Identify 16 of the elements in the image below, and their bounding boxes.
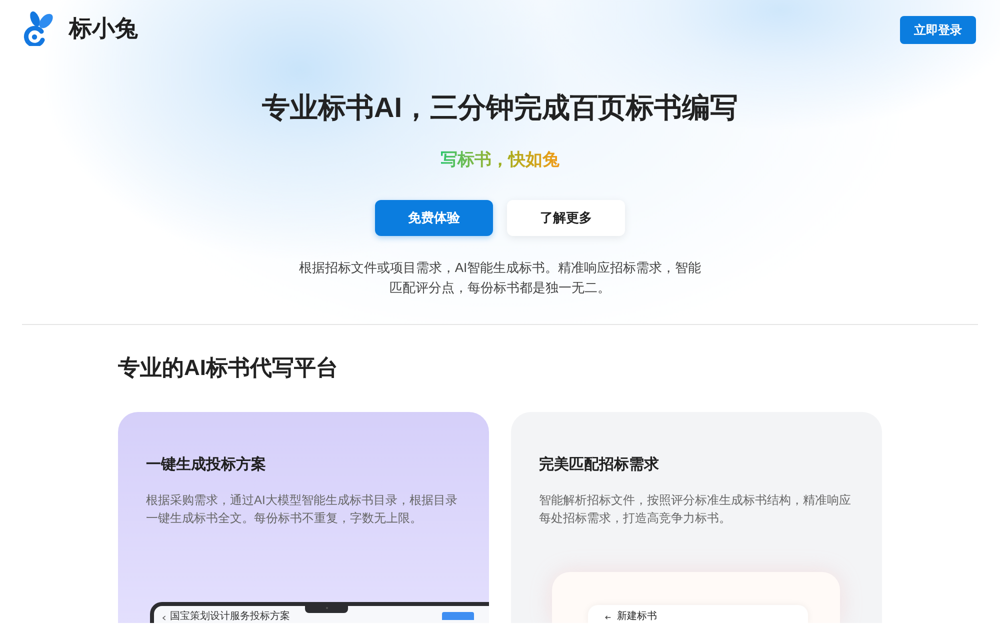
learn-more-button[interactable]: 了解更多 xyxy=(507,200,625,236)
rabbit-logo-icon xyxy=(23,10,53,46)
card-title: 完美匹配招标需求 xyxy=(539,454,659,475)
card-title: 一键生成投标方案 xyxy=(146,454,266,475)
hero-title: 专业标书AI，三分钟完成百页标书编写 xyxy=(262,91,738,125)
login-button[interactable]: 立即登录 xyxy=(900,16,976,44)
back-chevron-icon[interactable] xyxy=(162,615,166,621)
document-title: 国宝策划设计服务投标方案 xyxy=(170,611,290,623)
section-title: 专业的AI标书代写平台 xyxy=(118,354,338,382)
card-description: 智能解析招标文件，按照评分标准生成标书结构，精准响应 每处招标需求，打造高竞争力标书。 xyxy=(539,492,851,527)
card-description: 根据采购需求，通过AI大模型智能生成标书目录，根据目录 一键生成标书全文。每份标书不重复，字数无上限。 xyxy=(146,492,458,527)
back-arrow-icon[interactable] xyxy=(605,615,611,620)
hero-description: 根据招标文件或项目需求，AI智能生成标书。精准响应招标需求，智能 匹配评分点，每份标书都是独一无二。 xyxy=(298,259,702,297)
logo-text: 标小兔 xyxy=(69,14,138,43)
page-title: 新建标书 xyxy=(617,611,657,623)
free-trial-button[interactable]: 免费体验 xyxy=(375,200,493,236)
